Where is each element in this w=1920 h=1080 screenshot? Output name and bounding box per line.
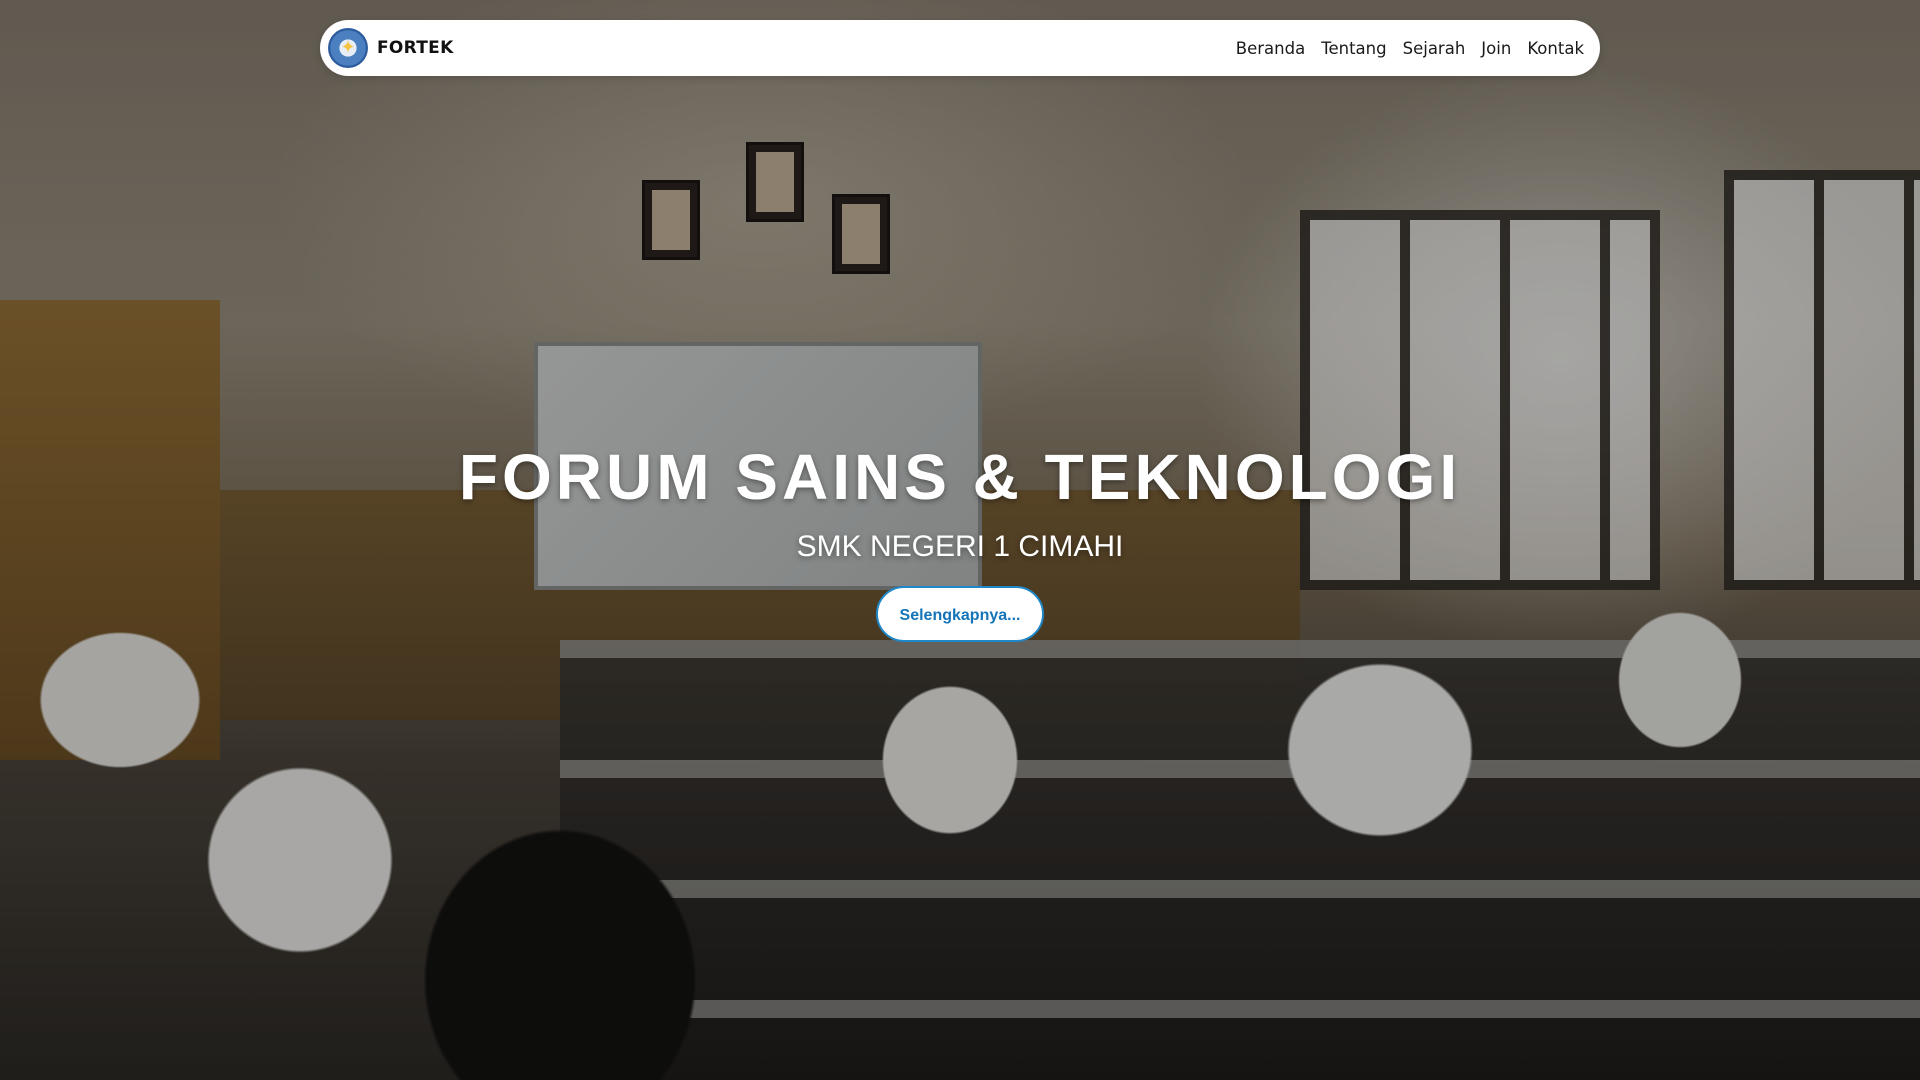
nav-links: Beranda Tentang Sejarah Join Kontak bbox=[1236, 39, 1584, 58]
read-more-button[interactable]: Selengkapnya... bbox=[876, 586, 1044, 642]
hero-title: FORUM SAINS & TEKNOLOGI bbox=[458, 441, 1462, 513]
hero-content: FORUM SAINS & TEKNOLOGI SMK NEGERI 1 CIM… bbox=[0, 440, 1920, 642]
navbar: ✦ FORTEK Beranda Tentang Sejarah Join Ko… bbox=[320, 20, 1600, 76]
hero-section: ✦ FORTEK Beranda Tentang Sejarah Join Ko… bbox=[0, 0, 1920, 1080]
nav-link-kontak[interactable]: Kontak bbox=[1527, 39, 1584, 58]
brand-link[interactable]: ✦ FORTEK bbox=[328, 28, 454, 68]
nav-link-beranda[interactable]: Beranda bbox=[1236, 39, 1305, 58]
brand-name: FORTEK bbox=[377, 38, 454, 58]
hero-subtitle: SMK NEGERI 1 CIMAHI bbox=[796, 530, 1124, 563]
school-emblem-icon: ✦ bbox=[328, 28, 368, 68]
nav-link-sejarah[interactable]: Sejarah bbox=[1403, 39, 1466, 58]
nav-link-join[interactable]: Join bbox=[1481, 39, 1511, 58]
nav-link-tentang[interactable]: Tentang bbox=[1321, 39, 1386, 58]
